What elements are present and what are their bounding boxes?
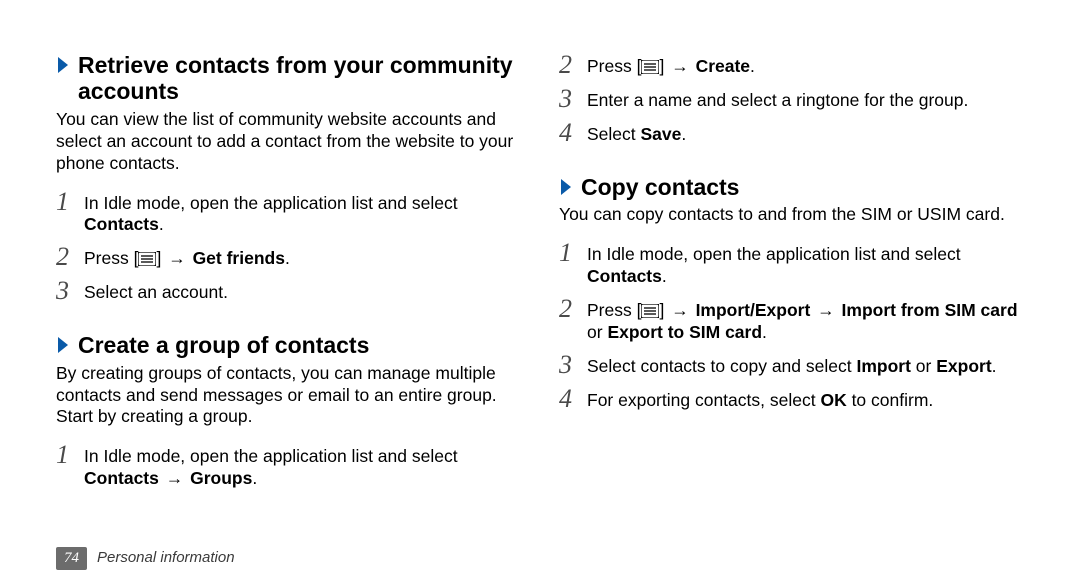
step-number: 2	[559, 296, 587, 322]
chevron-right-icon	[56, 52, 72, 75]
steps-create-group-cont: 2 Press [] → Create. 3 Enter a name and …	[559, 52, 1024, 146]
text: .	[662, 266, 667, 286]
list-item: 3 Enter a name and select a ringtone for…	[559, 86, 1024, 112]
step-body: In Idle mode, open the application list …	[84, 442, 521, 490]
bold-text: Contacts	[587, 266, 662, 286]
bold-text: Create	[691, 56, 750, 76]
text: or	[587, 322, 607, 342]
text: Press [	[587, 56, 641, 76]
text: .	[681, 124, 686, 144]
bold-text: Import from SIM card	[842, 300, 1018, 320]
list-item: 1 In Idle mode, open the application lis…	[56, 189, 521, 237]
list-item: 1 In Idle mode, open the application lis…	[56, 442, 521, 490]
step-number: 3	[559, 86, 587, 112]
list-item: 2 Press [] → Get friends.	[56, 244, 521, 270]
text: .	[762, 322, 767, 342]
text: ]	[156, 248, 166, 268]
text: to confirm.	[847, 390, 934, 410]
text: Select	[587, 124, 641, 144]
step-body: Select Save.	[587, 120, 1024, 146]
arrow-text: →	[159, 468, 190, 488]
bold-text: Contacts	[84, 468, 159, 488]
step-number: 3	[559, 352, 587, 378]
left-column: Retrieve contacts from your community ac…	[56, 52, 521, 586]
step-number: 4	[559, 120, 587, 146]
bold-text: Contacts	[84, 214, 159, 234]
heading-text: Retrieve contacts from your community ac…	[78, 52, 521, 105]
right-column: 2 Press [] → Create. 3 Enter a name and …	[559, 52, 1024, 586]
text: .	[285, 248, 290, 268]
text: .	[992, 356, 997, 376]
footer: 74 Personal information	[56, 547, 235, 570]
bold-text: Groups	[190, 468, 252, 488]
step-body: Press [] → Get friends.	[84, 244, 521, 270]
bold-text: Get friends	[188, 248, 285, 268]
step-body: In Idle mode, open the application list …	[587, 240, 1024, 288]
text: In Idle mode, open the application list …	[587, 244, 961, 264]
arrow-text: →	[669, 300, 691, 320]
arrow-text: →	[166, 248, 188, 268]
bold-text: Import/Export	[691, 300, 811, 320]
list-item: 4 For exporting contacts, select OK to c…	[559, 386, 1024, 412]
step-number: 1	[56, 442, 84, 468]
step-number: 3	[56, 278, 84, 304]
bold-text: OK	[820, 390, 846, 410]
para-copy-intro: You can copy contacts to and from the SI…	[559, 204, 1024, 226]
menu-icon	[641, 60, 659, 74]
steps-create-group: 1 In Idle mode, open the application lis…	[56, 442, 521, 490]
text: ]	[659, 300, 669, 320]
page-number-badge: 74	[56, 547, 87, 570]
heading-text: Create a group of contacts	[78, 332, 521, 358]
text: In Idle mode, open the application list …	[84, 193, 458, 213]
page: Retrieve contacts from your community ac…	[0, 0, 1080, 586]
text: ]	[659, 56, 669, 76]
heading-retrieve-contacts: Retrieve contacts from your community ac…	[56, 52, 521, 109]
menu-icon	[138, 252, 156, 266]
list-item: 4 Select Save.	[559, 120, 1024, 146]
list-item: 2 Press [] → Import/Export → Import from…	[559, 296, 1024, 344]
bold-text: Import	[856, 356, 910, 376]
step-body: Press [] → Import/Export → Import from S…	[587, 296, 1024, 344]
bold-text: Export to SIM card	[607, 322, 762, 342]
text: or	[911, 356, 936, 376]
list-item: 3 Select an account.	[56, 278, 521, 304]
text: Press [	[84, 248, 138, 268]
heading-copy-contacts: Copy contacts	[559, 174, 1024, 204]
chevron-right-icon	[559, 174, 575, 197]
text: In Idle mode, open the application list …	[84, 446, 458, 466]
list-item: 1 In Idle mode, open the application lis…	[559, 240, 1024, 288]
step-number: 1	[559, 240, 587, 266]
chevron-right-icon	[56, 332, 72, 355]
heading-create-group: Create a group of contacts	[56, 332, 521, 362]
para-retrieve-intro: You can view the list of community websi…	[56, 109, 521, 175]
step-number: 2	[559, 52, 587, 78]
step-number: 4	[559, 386, 587, 412]
arrow-text: →	[669, 56, 691, 76]
bold-text: Export	[936, 356, 991, 376]
footer-section-title: Personal information	[97, 549, 235, 568]
step-number: 1	[56, 189, 84, 215]
step-body: For exporting contacts, select OK to con…	[587, 386, 1024, 412]
heading-text: Copy contacts	[581, 174, 1024, 200]
bold-text: Save	[641, 124, 682, 144]
step-body: Press [] → Create.	[587, 52, 1024, 78]
steps-retrieve: 1 In Idle mode, open the application lis…	[56, 189, 521, 305]
text: For exporting contacts, select	[587, 390, 820, 410]
step-body: Select contacts to copy and select Impor…	[587, 352, 1024, 378]
step-body: Select an account.	[84, 278, 521, 304]
text: .	[252, 468, 257, 488]
text: Press [	[587, 300, 641, 320]
text: .	[159, 214, 164, 234]
step-body: In Idle mode, open the application list …	[84, 189, 521, 237]
menu-icon	[641, 304, 659, 318]
text: .	[750, 56, 755, 76]
para-create-group-intro: By creating groups of contacts, you can …	[56, 363, 521, 429]
list-item: 3 Select contacts to copy and select Imp…	[559, 352, 1024, 378]
step-body: Enter a name and select a ringtone for t…	[587, 86, 1024, 112]
arrow-text: →	[810, 300, 841, 320]
steps-copy: 1 In Idle mode, open the application lis…	[559, 240, 1024, 412]
list-item: 2 Press [] → Create.	[559, 52, 1024, 78]
text: Select contacts to copy and select	[587, 356, 856, 376]
step-number: 2	[56, 244, 84, 270]
